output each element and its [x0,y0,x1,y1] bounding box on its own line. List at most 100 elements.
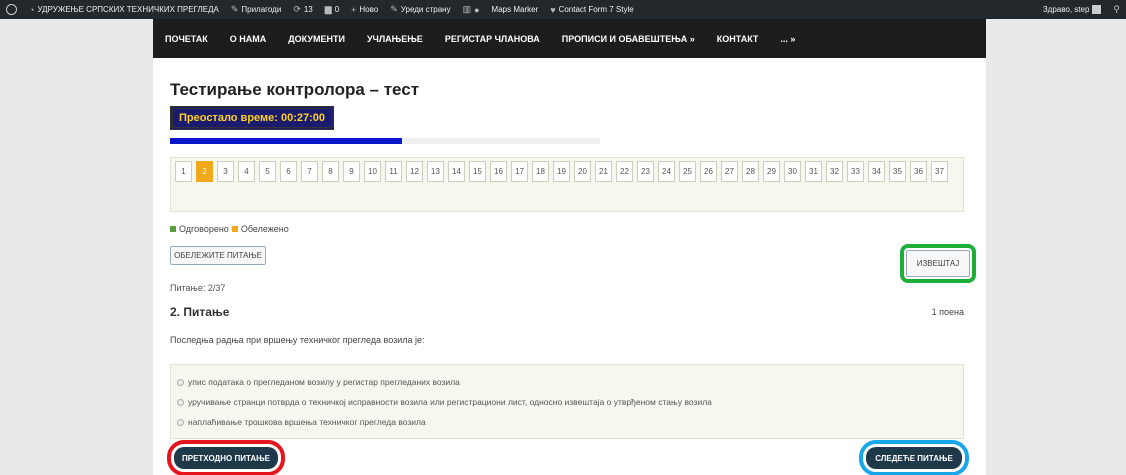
edit-page-link[interactable]: ✎ Уреди страну [384,0,456,19]
answer-label: уручивање странци потврда о техничкој ис… [188,397,712,407]
question-number-button[interactable]: 4 [238,161,255,182]
question-number-button[interactable]: 34 [868,161,885,182]
question-number-button[interactable]: 16 [490,161,507,182]
question-number-button[interactable]: 32 [826,161,843,182]
question-number-button[interactable]: 23 [637,161,654,182]
question-number-button[interactable]: 5 [259,161,276,182]
question-number-button[interactable]: 12 [406,161,423,182]
question-number-button[interactable]: 33 [847,161,864,182]
question-number-button[interactable]: 10 [364,161,381,182]
comments-count: 0 [334,5,340,14]
question-number-button[interactable]: 6 [280,161,297,182]
maps-marker-label: Maps Marker [491,5,539,14]
question-number-button[interactable]: 26 [700,161,717,182]
nav-item[interactable]: РЕГИСТАР ЧЛАНОВА [445,34,554,44]
question-points: 1 поена [931,307,964,317]
maps-marker-link[interactable]: Maps Marker [486,0,545,19]
question-number-button[interactable]: 8 [322,161,339,182]
marked-legend-swatch [231,226,238,232]
radio-button[interactable] [177,418,184,426]
answered-legend-label: Одговорено [179,224,229,234]
nav-item[interactable]: КОНТАКТ [717,34,773,44]
question-number-button[interactable]: 36 [910,161,927,182]
radio-button[interactable] [177,378,184,386]
nav-item[interactable]: УЧЛАЊЕЊЕ [367,34,437,44]
question-number-button[interactable]: 31 [805,161,822,182]
site-name-label: УДРУЖЕЊЕ СРПСКИХ ТЕХНИЧКИХ ПРЕГЛЕДА [37,5,219,14]
legend: Одговорено Обележено [170,224,289,234]
customize-label: Прилагоди [241,5,282,14]
question-number-button[interactable]: 15 [469,161,486,182]
answer-option[interactable]: наплаћивање трошкова вршења техничког пр… [177,412,957,432]
question-number-button[interactable]: 30 [784,161,801,182]
updates-link[interactable]: ⟳ 13 [287,0,318,19]
question-navigator: 1 2 3 4 5 6 7 8 9 10 11 12 13 14 15 16 17 18 19 20 21 22 23 24 2… [170,157,964,212]
plugin-icon: ▥ [462,4,472,14]
page-title: Тестирање контролора – тест [170,80,420,99]
customize-link[interactable]: ✎ Прилагоди [225,0,287,19]
plus-icon: + [351,4,357,15]
contact-form-link[interactable]: ♥ Contact Form 7 Style [544,0,639,19]
nav-item[interactable]: ДОКУМЕНТИ [288,34,359,44]
new-label: Ново [359,5,379,14]
question-number-button[interactable]: 14 [448,161,465,182]
answer-label: наплаћивање трошкова вршења техничког пр… [188,417,426,427]
question-text: Последња радња при вршењу техничког прег… [170,335,425,345]
question-number-button[interactable]: 25 [679,161,696,182]
question-number-button[interactable]: 13 [427,161,444,182]
brush-icon: ✎ [230,4,239,14]
question-number-button[interactable]: 37 [931,161,948,182]
admin-bar: ◔ УДРУЖЕЊЕ СРПСКИХ ТЕХНИЧКИХ ПРЕГЛЕДА ✎ … [0,0,1126,19]
search-icon[interactable]: ⚲ [1107,0,1126,19]
question-number-button[interactable]: 2 [196,161,213,182]
contact-form-label: Contact Form 7 Style [558,5,634,14]
radio-button[interactable] [177,398,184,406]
wordpress-logo-icon[interactable] [0,0,23,19]
time-progress-bar [170,138,600,144]
comments-link[interactable]: ▆ 0 [319,0,345,19]
timer-box: Преостало време: 00:27:00 [170,106,335,130]
question-number-button[interactable]: 21 [595,161,612,182]
quiz-container: Тестирање контролора – тест Преостало вр… [153,58,986,475]
plugin-status-link[interactable]: ▥ ● [457,0,486,19]
question-number-button[interactable]: 11 [385,161,402,182]
question-number-button[interactable]: 20 [574,161,591,182]
answer-label: упис података о прегледаном возилу у рег… [188,377,460,387]
question-number-button[interactable]: 29 [763,161,780,182]
account-link[interactable]: Здраво, step [1037,0,1108,19]
updates-icon: ⟳ [293,4,301,14]
question-number-button[interactable]: 17 [511,161,528,182]
previous-question-button[interactable]: ПРЕТХОДНО ПИТАЊЕ [167,440,285,475]
question-number-button[interactable]: 7 [301,161,318,182]
dashboard-icon: ◔ [29,4,35,15]
marked-legend-label: Обележено [240,224,289,234]
next-question-button[interactable]: СЛЕДЕЋЕ ПИТАЊЕ [859,440,969,475]
new-content-link[interactable]: + Ново [345,0,384,19]
question-number-button[interactable]: 27 [721,161,738,182]
question-number-button[interactable]: 9 [343,161,360,182]
question-number-button[interactable]: 19 [553,161,570,182]
question-number-button[interactable]: 35 [889,161,906,182]
answer-option[interactable]: упис података о прегледаном возилу у рег… [177,372,957,392]
question-number-button[interactable]: 18 [532,161,549,182]
status-dot-icon: ● [474,4,480,15]
question-number-button[interactable]: 24 [658,161,675,182]
question-number-button[interactable]: 1 [175,161,192,182]
main-navigation: ПОЧЕТАК О НАМА ДОКУМЕНТИ УЧЛАЊЕЊЕ РЕГИСТАР Ч… [153,19,986,58]
nav-item[interactable]: ПРОПИСИ И ОБАВЕШТЕЊА » [562,34,709,44]
question-number-button[interactable]: 3 [217,161,234,182]
answer-option[interactable]: уручивање странци потврда о техничкој ис… [177,392,957,412]
pencil-icon: ✎ [390,4,398,14]
question-number-button[interactable]: 22 [616,161,633,182]
timer-label: Преостало време: 00:27:00 [179,112,326,124]
mark-question-button[interactable]: ОБЕЛЕЖИТЕ ПИТАЊЕ [170,246,266,265]
nav-item[interactable]: ... » [780,34,809,44]
question-number-button[interactable]: 28 [742,161,759,182]
nav-item[interactable]: ПОЧЕТАК [165,34,222,44]
bird-icon: ♥ [550,4,556,15]
greeting-label: Здраво, step [1042,5,1090,14]
report-button[interactable]: ИЗВЕШТАЈ [900,244,976,283]
site-name-link[interactable]: ◔ УДРУЖЕЊЕ СРПСКИХ ТЕХНИЧКИХ ПРЕГЛЕДА [23,0,225,19]
updates-count: 13 [303,5,313,14]
nav-item[interactable]: О НАМА [230,34,281,44]
